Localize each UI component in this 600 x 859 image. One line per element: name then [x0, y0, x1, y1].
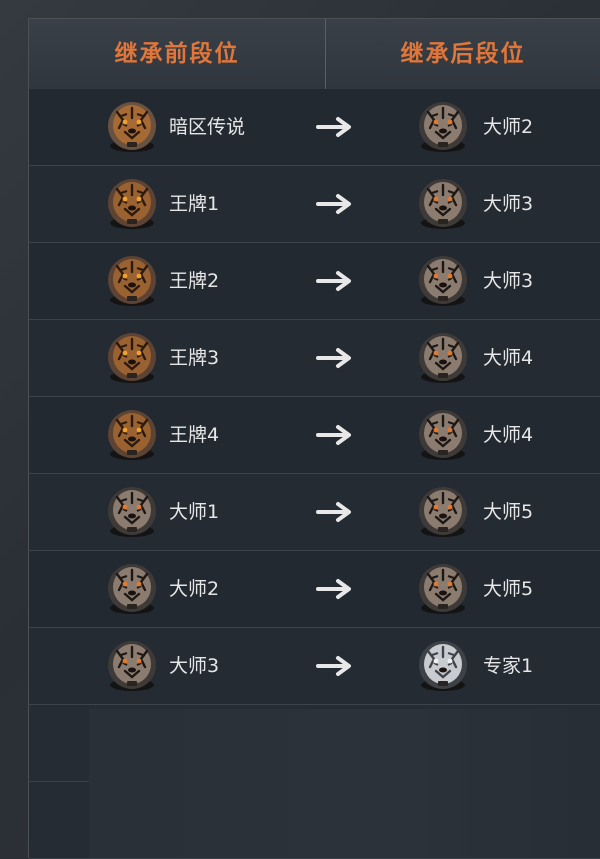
master-tiger-badge-icon	[416, 329, 470, 385]
before-rank-label: 王牌3	[169, 347, 220, 369]
table-row: 大师1 大师5	[29, 474, 600, 551]
before-rank-label: 大师3	[169, 655, 220, 677]
table-row: 大师2 大师5	[29, 551, 600, 628]
before-rank-label: 暗区传说	[169, 116, 246, 138]
table-row: 王牌3 大师4	[29, 320, 600, 397]
ace-tiger-badge-icon	[105, 252, 159, 308]
arrow-right-icon	[315, 269, 355, 293]
table-row: 王牌1 大师3	[29, 166, 600, 243]
table-row: 暗区传说 大师2	[29, 89, 600, 166]
arrow-right-icon	[315, 654, 355, 678]
expert-wolf-badge-icon	[416, 637, 470, 693]
arrow-right-icon	[315, 192, 355, 216]
after-rank-column-title: 继承后段位	[400, 41, 526, 67]
before-rank-label: 大师2	[169, 578, 220, 600]
after-rank-label: 大师3	[483, 270, 534, 292]
master-tiger-badge-icon	[416, 483, 470, 539]
after-rank-label: 大师4	[483, 424, 534, 446]
after-rank-label: 大师5	[483, 578, 534, 600]
ace-tiger-badge-icon	[105, 406, 159, 462]
before-rank-label: 王牌2	[169, 270, 220, 292]
master-tiger-badge-icon	[416, 98, 470, 154]
arrow-right-icon	[315, 423, 355, 447]
after-rank-label: 大师3	[483, 193, 534, 215]
before-rank-label: 大师1	[169, 501, 220, 523]
table-row: 王牌2 大师3	[29, 243, 600, 320]
master-tiger-badge-icon	[105, 483, 159, 539]
blurred-area	[89, 709, 600, 858]
ace-tiger-badge-icon	[105, 175, 159, 231]
master-tiger-badge-icon	[416, 175, 470, 231]
before-rank-column-title: 继承前段位	[114, 41, 240, 67]
master-tiger-badge-icon	[416, 406, 470, 462]
after-rank-label: 大师2	[483, 116, 534, 138]
table-header: 继承前段位 继承后段位	[29, 19, 600, 90]
table-row: 王牌4 大师4	[29, 397, 600, 474]
master-tiger-badge-icon	[416, 252, 470, 308]
rank-inheritance-table: 继承前段位 继承后段位 暗区传说 大师2 王牌1 大师3 王牌2 大师3 王牌3…	[28, 18, 600, 859]
arrow-right-icon	[315, 577, 355, 601]
arrow-right-icon	[315, 346, 355, 370]
table-row: 大师3 专家1	[29, 628, 600, 705]
background-frame: 继承前段位 继承后段位 暗区传说 大师2 王牌1 大师3 王牌2 大师3 王牌3…	[0, 0, 600, 859]
master-tiger-badge-icon	[105, 637, 159, 693]
master-tiger-badge-icon	[105, 560, 159, 616]
after-rank-label: 大师4	[483, 347, 534, 369]
arrow-right-icon	[315, 500, 355, 524]
after-rank-label: 专家1	[483, 655, 534, 677]
after-rank-label: 大师5	[483, 501, 534, 523]
ace-tiger-badge-icon	[105, 329, 159, 385]
master-tiger-badge-icon	[416, 560, 470, 616]
before-rank-label: 王牌4	[169, 424, 220, 446]
arrow-right-icon	[315, 115, 355, 139]
before-rank-label: 王牌1	[169, 193, 220, 215]
legend-tiger-badge-icon	[105, 98, 159, 154]
